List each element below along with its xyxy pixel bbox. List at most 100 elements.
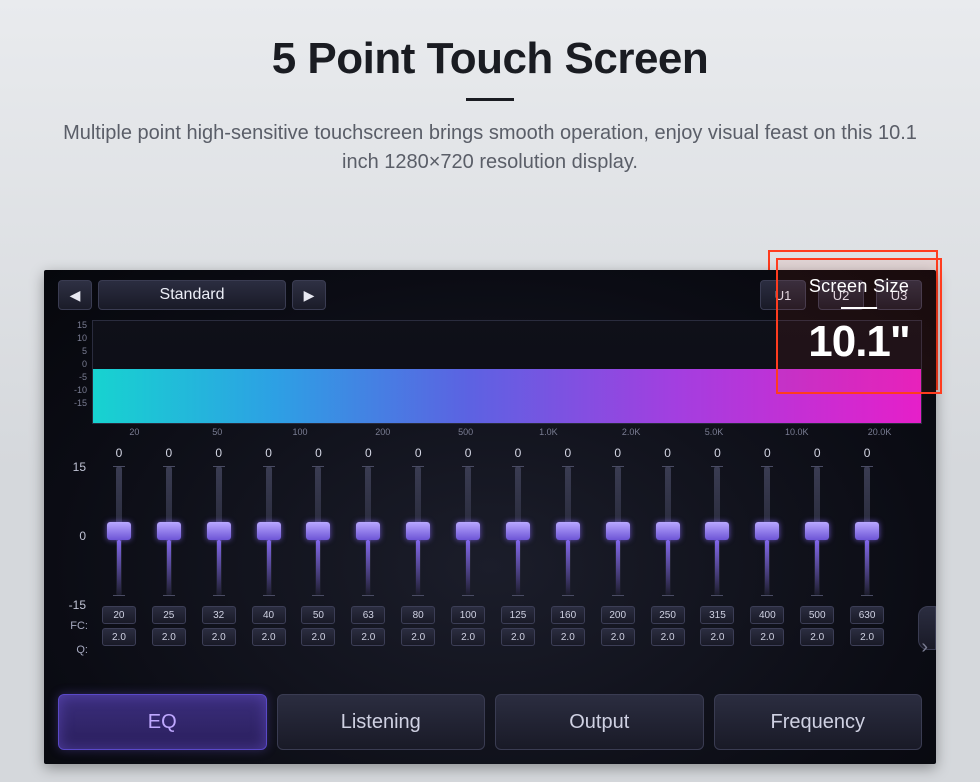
band-slider[interactable]	[166, 466, 172, 596]
band-slider[interactable]	[216, 466, 222, 596]
q-row-label: Q:	[58, 644, 88, 656]
band-glow	[865, 540, 869, 596]
band-q-chip[interactable]: 2.0	[501, 628, 535, 646]
band-fc-chip[interactable]: 40	[252, 606, 286, 624]
band-slider[interactable]	[814, 466, 820, 596]
tab-listening[interactable]: Listening	[277, 694, 486, 750]
hero-divider	[466, 98, 514, 101]
eq-band: 0 100 2.0	[443, 446, 493, 668]
band-q-chip[interactable]: 2.0	[651, 628, 685, 646]
band-gain-value: 0	[814, 446, 821, 462]
band-slider-handle[interactable]	[705, 522, 729, 540]
band-slider-handle[interactable]	[805, 522, 829, 540]
band-fc-chip[interactable]: 80	[401, 606, 435, 624]
band-fc-chip[interactable]: 63	[351, 606, 385, 624]
band-q-chip[interactable]: 2.0	[700, 628, 734, 646]
band-fc-chip[interactable]: 125	[501, 606, 535, 624]
callout-divider	[841, 307, 877, 309]
band-gain-value: 0	[614, 446, 621, 462]
band-slider-handle[interactable]	[207, 522, 231, 540]
preset-name[interactable]: Standard	[98, 280, 286, 310]
band-slider-handle[interactable]	[855, 522, 879, 540]
band-slider-handle[interactable]	[306, 522, 330, 540]
preset-next-button[interactable]: ▶	[292, 280, 326, 310]
eq-band: 0 63 2.0	[343, 446, 393, 668]
band-glow	[715, 540, 719, 596]
band-fc-chip[interactable]: 315	[700, 606, 734, 624]
band-slider-handle[interactable]	[456, 522, 480, 540]
band-glow	[466, 540, 470, 596]
tab-output[interactable]: Output	[495, 694, 704, 750]
callout-value: 10.1"	[778, 317, 940, 367]
band-fc-chip[interactable]: 400	[750, 606, 784, 624]
band-slider[interactable]	[764, 466, 770, 596]
band-q-chip[interactable]: 2.0	[750, 628, 784, 646]
spectrum-y-ticks: 15 10 5 0 -5 -10 -15	[61, 319, 87, 410]
band-fc-chip[interactable]: 250	[651, 606, 685, 624]
band-q-chip[interactable]: 2.0	[152, 628, 186, 646]
band-fc-chip[interactable]: 630	[850, 606, 884, 624]
band-slider-handle[interactable]	[755, 522, 779, 540]
band-glow	[416, 540, 420, 596]
band-gain-value: 0	[215, 446, 222, 462]
band-slider-handle[interactable]	[406, 522, 430, 540]
band-slider[interactable]	[665, 466, 671, 596]
screen-size-callout: Screen Size 10.1"	[776, 258, 942, 394]
band-fc-chip[interactable]: 20	[102, 606, 136, 624]
tab-frequency[interactable]: Frequency	[714, 694, 923, 750]
band-q-chip[interactable]: 2.0	[202, 628, 236, 646]
band-fc-chip[interactable]: 500	[800, 606, 834, 624]
band-slider[interactable]	[315, 466, 321, 596]
eq-band: 01602.0	[543, 446, 593, 668]
band-fc-chip[interactable]: 160	[551, 606, 585, 624]
band-glow	[616, 540, 620, 596]
band-slider[interactable]	[864, 466, 870, 596]
band-slider[interactable]	[116, 466, 122, 596]
band-gain-value: 0	[465, 446, 472, 462]
eq-band: 03152.0	[693, 446, 743, 668]
band-q-chip[interactable]: 2.0	[601, 628, 635, 646]
eq-band: 0 32 2.0	[194, 446, 244, 668]
band-glow	[666, 540, 670, 596]
band-q-chip[interactable]: 2.0	[850, 628, 884, 646]
band-gain-value: 0	[165, 446, 172, 462]
eq-band: 0802.0	[393, 446, 443, 668]
band-slider[interactable]	[415, 466, 421, 596]
band-slider-handle[interactable]	[157, 522, 181, 540]
band-fc-chip[interactable]: 50	[301, 606, 335, 624]
band-fc-chip[interactable]: 100	[451, 606, 485, 624]
band-slider-handle[interactable]	[556, 522, 580, 540]
band-q-chip[interactable]: 2.0	[301, 628, 335, 646]
band-slider[interactable]	[714, 466, 720, 596]
band-q-chip[interactable]: 2.0	[401, 628, 435, 646]
band-q-chip[interactable]: 2.0	[351, 628, 385, 646]
band-slider-handle[interactable]	[506, 522, 530, 540]
band-slider[interactable]	[565, 466, 571, 596]
band-fc-chip[interactable]: 32	[202, 606, 236, 624]
band-slider-handle[interactable]	[656, 522, 680, 540]
band-slider[interactable]	[515, 466, 521, 596]
band-q-chip[interactable]: 2.0	[800, 628, 834, 646]
band-fc-chip[interactable]: 200	[601, 606, 635, 624]
band-slider[interactable]	[266, 466, 272, 596]
band-gain-value: 0	[764, 446, 771, 462]
band-q-chip[interactable]: 2.0	[451, 628, 485, 646]
band-slider[interactable]	[365, 466, 371, 596]
hero-title: 5 Point Touch Screen	[0, 34, 980, 84]
band-slider-handle[interactable]	[257, 522, 281, 540]
band-q-chip[interactable]: 2.0	[102, 628, 136, 646]
band-slider-handle[interactable]	[356, 522, 380, 540]
band-slider[interactable]	[465, 466, 471, 596]
tab-eq[interactable]: EQ	[58, 694, 267, 750]
band-gain-value: 0	[265, 446, 272, 462]
preset-prev-button[interactable]: ◀	[58, 280, 92, 310]
eq-band: 0 200 2.0	[593, 446, 643, 668]
band-q-chip[interactable]: 2.0	[252, 628, 286, 646]
band-q-chip[interactable]: 2.0	[551, 628, 585, 646]
band-glow	[316, 540, 320, 596]
band-slider-handle[interactable]	[107, 522, 131, 540]
band-gain-value: 0	[365, 446, 372, 462]
band-slider[interactable]	[615, 466, 621, 596]
band-fc-chip[interactable]: 25	[152, 606, 186, 624]
band-slider-handle[interactable]	[606, 522, 630, 540]
